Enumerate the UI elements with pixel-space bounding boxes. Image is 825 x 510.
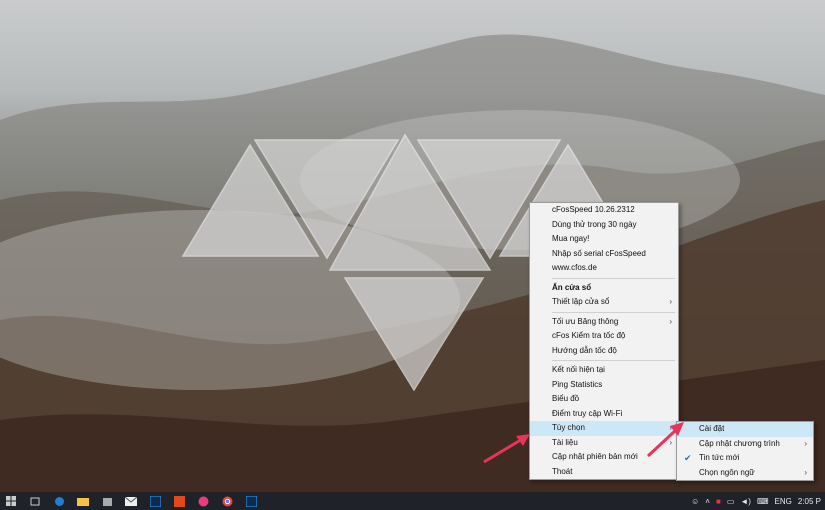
store-icon[interactable] <box>98 494 116 508</box>
pointer-arrow-options <box>483 434 530 464</box>
file-explorer-icon[interactable] <box>74 494 92 508</box>
start-icon[interactable] <box>2 494 20 508</box>
chevron-right-icon: › <box>669 316 672 326</box>
submenu-item-language[interactable]: Chọn ngôn ngữ › <box>677 466 813 481</box>
options-submenu: Cài đặt Cập nhật chương trình › ✔ Tin tứ… <box>676 421 814 481</box>
photoshop-icon[interactable] <box>146 494 164 508</box>
menu-item-label: Tài liệu <box>552 437 578 447</box>
menu-item-speed-guide[interactable]: Hướng dẫn tốc độ <box>530 344 678 359</box>
menu-item-buy[interactable]: Mua ngay! <box>530 232 678 247</box>
submenu-item-news[interactable]: ✔ Tin tức mới <box>677 451 813 466</box>
menu-item-label: Tối ưu Băng thông <box>552 316 619 326</box>
chevron-right-icon: › <box>804 438 807 448</box>
menu-item-version[interactable]: cFosSpeed 10.26.2312 <box>530 203 678 218</box>
network-icon[interactable]: ▭ <box>727 497 735 506</box>
wallpaper-art <box>0 34 825 492</box>
people-icon[interactable]: ☺ <box>691 497 699 506</box>
menu-item-hide-window[interactable]: Ẩn cửa sổ <box>530 281 678 296</box>
cfos-tray-icon[interactable]: ■ <box>716 497 721 506</box>
menu-separator <box>552 360 675 361</box>
office-icon[interactable] <box>170 494 188 508</box>
menu-item-ping[interactable]: Ping Statistics <box>530 378 678 393</box>
system-tray: ☺ ˄ ■ ▭ ◄) ⌨ ENG 2:05 P <box>691 492 825 510</box>
menu-item-label: Tùy chọn <box>552 423 585 432</box>
desktop-wallpaper <box>0 0 825 492</box>
menu-item-label: Thiết lập cửa sổ <box>552 297 610 306</box>
menu-item-exit[interactable]: Thoát <box>530 465 678 480</box>
chevron-right-icon: › <box>804 467 807 477</box>
menu-item-chart[interactable]: Biểu đồ <box>530 392 678 407</box>
chrome-icon[interactable] <box>218 494 236 508</box>
task-view-icon[interactable] <box>26 494 44 508</box>
mail-icon[interactable] <box>122 494 140 508</box>
volume-icon[interactable]: ◄) <box>740 497 751 506</box>
keyboard-icon[interactable]: ⌨ <box>757 497 769 506</box>
clock[interactable]: 2:05 P <box>798 497 821 506</box>
menu-item-trial[interactable]: Dùng thử trong 30 ngày <box>530 218 678 233</box>
menu-item-bandwidth[interactable]: Tối ưu Băng thông › <box>530 315 678 330</box>
menu-item-website[interactable]: www.cfos.de <box>530 261 678 276</box>
menu-item-serial[interactable]: Nhập số serial cFosSpeed <box>530 247 678 262</box>
chevron-up-icon[interactable]: ˄ <box>705 497 710 506</box>
chevron-right-icon: › <box>669 297 672 306</box>
menu-separator <box>552 277 675 279</box>
app-icon[interactable] <box>194 494 212 508</box>
menu-item-speed-test[interactable]: cFos Kiểm tra tốc độ <box>530 329 678 344</box>
submenu-item-settings[interactable]: Cài đặt <box>677 422 813 437</box>
menu-item-label: Tin tức mới <box>699 453 740 462</box>
photoshop-icon-2[interactable] <box>242 494 260 508</box>
pointer-arrow-settings <box>646 422 684 458</box>
menu-separator <box>552 311 675 313</box>
taskbar: ☺ ˄ ■ ▭ ◄) ⌨ ENG 2:05 P <box>0 492 825 510</box>
menu-item-window-settings[interactable]: Thiết lập cửa sổ › <box>530 295 678 310</box>
language-indicator[interactable]: ENG <box>775 497 792 506</box>
menu-item-label: Chọn ngôn ngữ <box>699 467 755 477</box>
edge-icon[interactable] <box>50 494 68 508</box>
menu-item-connections[interactable]: Kết nối hiện tại <box>530 363 678 378</box>
submenu-item-update-program[interactable]: Cập nhật chương trình › <box>677 437 813 452</box>
menu-item-label: Cập nhật chương trình <box>699 438 780 448</box>
